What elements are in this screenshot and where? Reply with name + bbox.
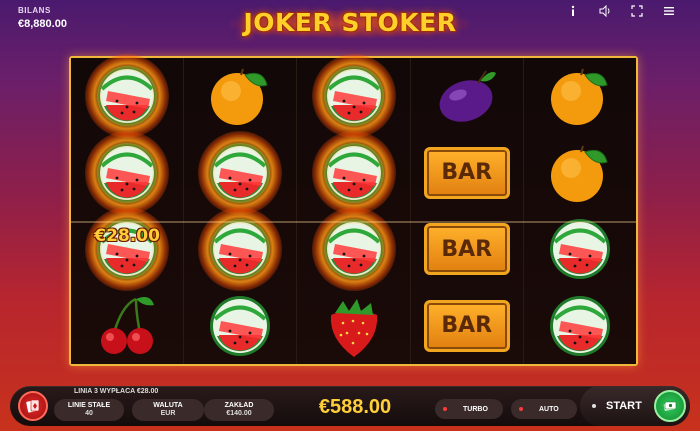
reel-cell	[71, 130, 183, 215]
start-label: START	[606, 400, 642, 412]
turbo-indicator	[443, 407, 447, 411]
orange-symbol	[542, 58, 618, 134]
reel-cell	[297, 130, 409, 215]
watermelon-symbol	[202, 288, 278, 364]
watermelon-symbol	[542, 288, 618, 364]
gamble-cards-button[interactable]	[18, 391, 48, 421]
balance-display: BILANS €8,880.00	[18, 6, 67, 30]
auto-label: AUTO	[539, 405, 559, 413]
reel-cell	[524, 288, 636, 365]
auto-toggle[interactable]: AUTO	[511, 399, 577, 419]
bottom-control-bar: LINIA 3 WYPŁACA €28.00 LINIE STAŁE 40 WA…	[10, 386, 690, 426]
play-icon[interactable]	[654, 390, 686, 422]
watermelon-fire-symbol	[311, 130, 396, 215]
reel-cell	[524, 58, 636, 135]
game-title: JOKER STOKER	[243, 7, 457, 37]
start-button[interactable]: START	[580, 386, 690, 426]
lines-value: 40	[85, 410, 93, 417]
win-line	[71, 221, 636, 223]
cherry-symbol	[89, 288, 165, 364]
bar-symbol: BAR	[423, 223, 510, 276]
cards-icon	[26, 399, 40, 413]
bet-value: €140.00	[226, 410, 252, 417]
reels-frame: €28.00 BAR BAR BAR	[69, 54, 638, 366]
bet-label: ZAKŁAD	[224, 401, 254, 409]
bar-symbol: BAR	[423, 146, 510, 199]
reel-column	[297, 54, 411, 365]
reel-cell	[184, 288, 296, 365]
start-indicator	[592, 404, 596, 408]
reel-grid: €28.00 BAR BAR BAR	[71, 54, 637, 365]
reel-cell	[71, 54, 183, 139]
currency-label: WALUTA	[153, 401, 183, 409]
reel-cell	[71, 288, 183, 365]
currency-value: EUR	[160, 410, 176, 417]
reel-cell	[411, 58, 523, 135]
plum-symbol	[429, 58, 505, 134]
win-line-info: LINIA 3 WYPŁACA €28.00	[74, 388, 159, 395]
orange-symbol	[542, 135, 618, 211]
top-toolbar	[564, 4, 678, 18]
balance-value: €8,880.00	[18, 18, 67, 30]
watermelon-fire-symbol	[85, 54, 170, 139]
win-amount-label: €28.00	[94, 226, 160, 246]
bar-symbol: BAR	[423, 299, 510, 352]
currency-display: WALUTA EUR	[132, 399, 204, 421]
watermelon-fire-symbol	[198, 130, 283, 215]
lines-label: LINIE STAŁE	[67, 401, 111, 409]
reel-cell	[184, 58, 296, 135]
game-logo: JOKER STOKER	[210, 4, 490, 40]
sound-icon[interactable]	[596, 4, 614, 18]
bet-selector[interactable]: ZAKŁAD €140.00	[204, 399, 274, 421]
reel-column	[184, 58, 298, 365]
reel-column	[523, 58, 637, 365]
menu-icon[interactable]	[660, 4, 678, 18]
fullscreen-icon[interactable]	[628, 4, 646, 18]
reel-column: BAR BAR BAR	[410, 58, 524, 365]
orange-symbol	[202, 58, 278, 134]
info-icon[interactable]	[564, 4, 582, 18]
reel-cell	[297, 54, 409, 139]
auto-indicator	[519, 407, 523, 411]
turbo-label: TURBO	[463, 405, 488, 413]
total-win-display: €588.00	[318, 396, 392, 418]
reel-cell: BAR	[411, 135, 523, 212]
fixed-lines-display: LINIE STAŁE 40	[54, 399, 124, 421]
reel-column: €28.00	[71, 54, 185, 365]
reel-cell	[524, 135, 636, 212]
turbo-toggle[interactable]: TURBO	[435, 399, 503, 419]
balance-label: BILANS	[18, 6, 51, 15]
watermelon-fire-symbol	[311, 54, 396, 139]
watermelon-fire-symbol	[85, 130, 170, 215]
reel-cell: BAR	[411, 288, 523, 365]
reel-cell	[184, 130, 296, 215]
strawberry-symbol	[316, 288, 392, 364]
reel-cell	[297, 288, 409, 365]
